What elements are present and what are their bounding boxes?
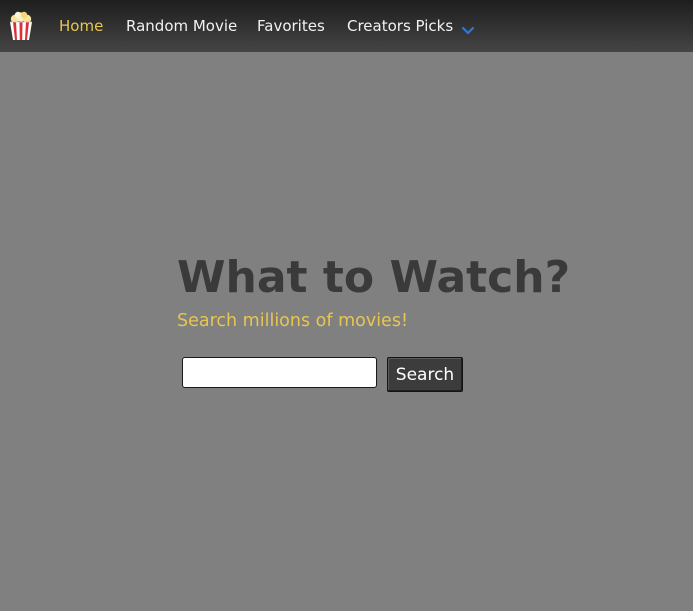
nav-random-movie-link[interactable]: Random Movie bbox=[126, 16, 237, 36]
chevron-down-icon[interactable] bbox=[461, 21, 475, 35]
popcorn-icon[interactable] bbox=[7, 11, 35, 41]
search-button[interactable]: Search bbox=[387, 357, 463, 392]
nav-favorites-link[interactable]: Favorites bbox=[257, 16, 325, 36]
page-title: What to Watch? bbox=[177, 252, 571, 303]
nav-creators-picks-link[interactable]: Creators Picks bbox=[347, 16, 453, 36]
navbar: Home Random Movie Favorites Creators Pic… bbox=[0, 0, 693, 52]
search-input[interactable] bbox=[182, 357, 377, 388]
nav-home-link[interactable]: Home bbox=[59, 16, 103, 36]
page-subtitle: Search millions of movies! bbox=[177, 311, 408, 331]
